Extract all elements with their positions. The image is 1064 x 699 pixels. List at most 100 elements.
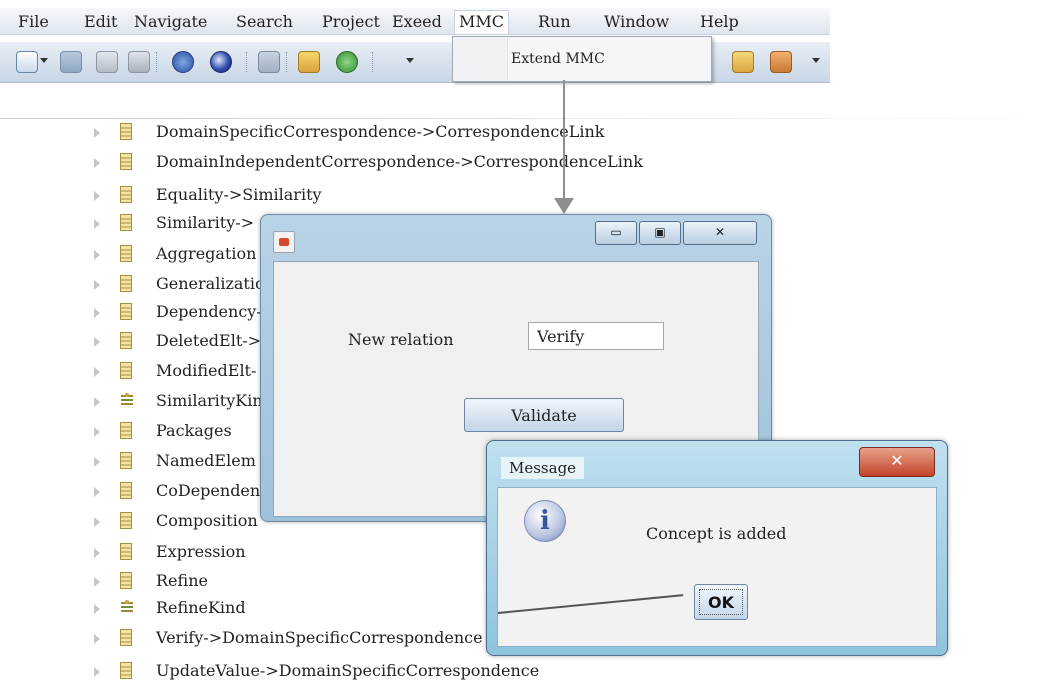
validate-button[interactable]: Validate [464,398,624,432]
class-icon [120,214,132,231]
minimize-button[interactable]: ▭ [595,221,637,245]
debug-icon[interactable] [172,51,194,73]
menu-navigate[interactable]: Navigate [130,12,211,32]
menu-mmc[interactable]: MMC [454,10,510,35]
run-icon[interactable] [210,51,232,73]
toolbar-separator [246,52,248,72]
expand-chevron-icon[interactable] [94,457,100,467]
build-icon[interactable] [298,51,320,73]
enum-icon [120,392,133,409]
class-icon [120,153,132,170]
tree-item[interactable]: DomainIndependentCorrespondence->Corresp… [94,150,643,174]
menu-edit[interactable]: Edit [80,12,121,32]
expand-chevron-icon[interactable] [94,604,100,614]
class-icon [120,303,132,320]
expand-chevron-icon[interactable] [94,337,100,347]
menu-search[interactable]: Search [232,12,297,32]
copy-icon[interactable] [96,51,118,73]
tree-item-label: DeletedElt-> [156,331,262,350]
tree-item-label: Packages [156,421,232,440]
message-dialog: Message ✕ i Concept is added OK [486,440,948,656]
message-close-button[interactable]: ✕ [859,447,935,477]
expand-chevron-icon[interactable] [94,577,100,587]
class-icon [120,123,132,140]
class-icon [120,422,132,439]
menu-run[interactable]: Run [534,12,575,32]
info-icon: i [524,500,566,542]
menu-exeed[interactable]: Exeed [388,12,446,32]
tree-item-label: Similarity-> [156,213,255,232]
tree-item-label: SimilarityKino [156,391,273,410]
menu-file[interactable]: File [14,12,53,32]
expand-chevron-icon[interactable] [94,397,100,407]
tree-item[interactable]: UpdateValue->DomainSpecificCorrespondenc… [94,659,634,683]
class-icon [120,186,132,203]
toolbar-separator [156,52,158,72]
expand-chevron-icon[interactable] [94,158,100,168]
expand-chevron-icon[interactable] [94,219,100,229]
tree-item-label: CoDependene [156,481,270,500]
search-icon[interactable] [258,51,280,73]
toolbar-separator [372,52,374,72]
tree-item-label: Dependency- [156,302,262,321]
dropdown-arrow-icon[interactable] [40,58,48,63]
toolbar-separator [286,52,288,72]
expand-chevron-icon[interactable] [94,634,100,644]
menu-bar: File Edit Navigate Search Project Exeed MMC Run… [0,8,830,35]
class-icon [120,629,132,646]
ok-button[interactable]: OK [694,584,748,620]
mmc-dropdown-menu: Extend MMC [452,36,712,82]
tree-item-label: DomainSpecificCorrespondence->Correspond… [156,122,605,141]
message-content: i Concept is added OK [497,487,937,647]
class-icon [120,245,132,262]
expand-chevron-icon[interactable] [94,250,100,260]
connector-arrow-head [554,198,574,214]
expand-chevron-icon[interactable] [94,367,100,377]
expand-chevron-icon[interactable] [94,128,100,138]
refresh-icon[interactable] [336,51,358,73]
pencil-icon[interactable] [770,51,792,73]
tree-item-label: Generalizatio [156,274,265,293]
tree-item-label: DomainIndependentCorrespondence->Corresp… [156,152,643,171]
save-icon[interactable] [60,51,82,73]
expand-chevron-icon[interactable] [94,280,100,290]
close-button[interactable]: ✕ [683,221,757,245]
class-icon [120,482,132,499]
class-icon [120,572,132,589]
dropdown-arrow-icon[interactable] [406,58,414,63]
class-icon [120,332,132,349]
class-icon [120,362,132,379]
class-icon [120,452,132,469]
tree-item-label: ModifiedElt- [156,361,257,380]
expand-chevron-icon[interactable] [94,487,100,497]
expand-chevron-icon[interactable] [94,308,100,318]
expand-chevron-icon[interactable] [94,517,100,527]
menu-window[interactable]: Window [600,12,673,32]
tree-item[interactable]: DomainSpecificCorrespondence->Correspond… [94,120,634,144]
tree-item-label: Equality->Similarity [156,185,322,204]
tree-item-label: Verify->DomainSpecificCorrespondence [156,628,483,647]
class-icon [120,275,132,292]
menu-item-extend-mmc[interactable]: Extend MMC [511,51,605,67]
new-icon[interactable] [16,51,38,73]
class-icon [120,662,132,679]
menu-help[interactable]: Help [696,12,743,32]
message-title: Message [501,457,585,479]
print-icon[interactable] [128,51,150,73]
class-icon [120,543,132,560]
connector-line [563,80,565,204]
expand-chevron-icon[interactable] [94,548,100,558]
java-app-icon [273,231,295,253]
tree-item[interactable]: Equality->Similarity [94,183,634,207]
expand-chevron-icon[interactable] [94,427,100,437]
open-folder-icon[interactable] [732,51,754,73]
tree-item-label: UpdateValue->DomainSpecificCorrespondenc… [156,661,540,680]
new-relation-input[interactable] [528,322,664,350]
maximize-button[interactable]: ▣ [639,221,681,245]
menu-project[interactable]: Project [318,12,384,32]
dropdown-arrow-icon[interactable] [812,58,820,63]
expand-chevron-icon[interactable] [94,191,100,201]
tree-item-label: Composition [156,511,258,530]
tree-item-label: NamedElem [156,451,256,470]
expand-chevron-icon[interactable] [94,667,100,677]
